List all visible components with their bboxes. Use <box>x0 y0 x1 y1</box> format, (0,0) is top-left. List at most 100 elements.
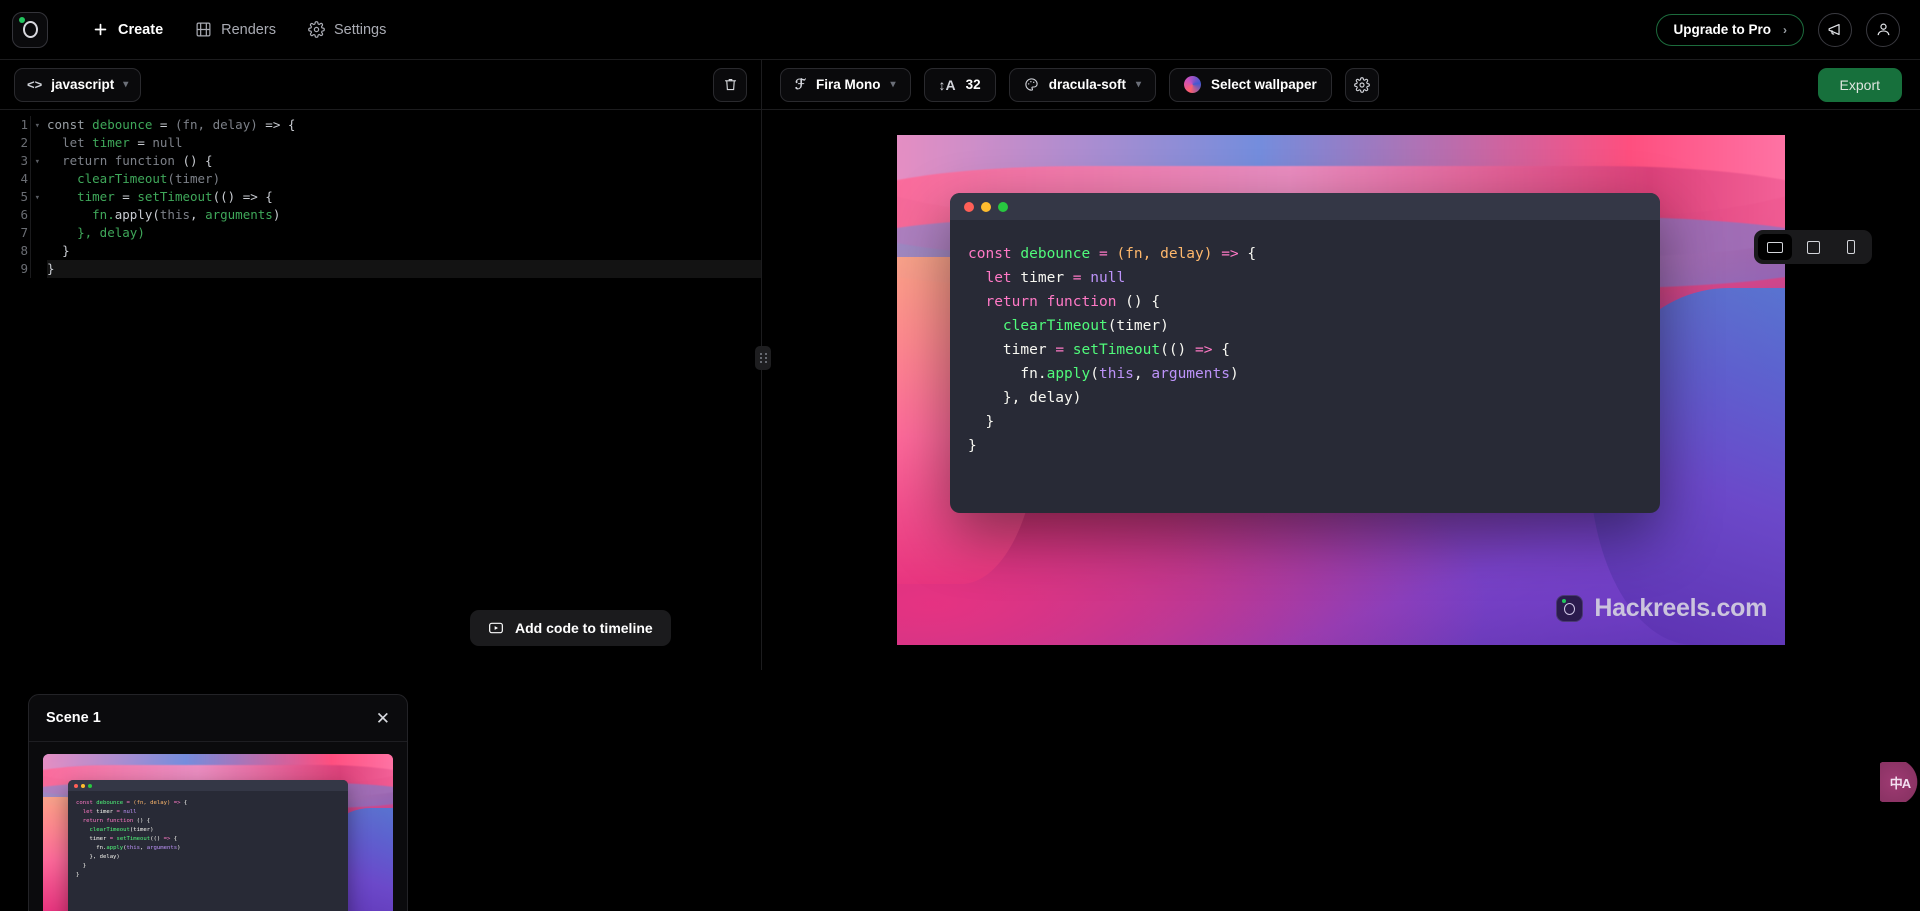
ratio-button-landscape[interactable] <box>1758 234 1792 260</box>
main-workspace: 1 ▾ 2 3 ▾ 4 5 ▾ 6 7 8 9 const debounce = (f… <box>0 110 1920 802</box>
token: this <box>159 207 191 222</box>
fold-chevron-icon[interactable]: ▾ <box>35 153 40 171</box>
line-number: 3 ▾ <box>0 152 40 170</box>
line-number-text: 3 <box>20 153 28 168</box>
token: let <box>985 270 1012 286</box>
ratio-button-portrait[interactable] <box>1834 234 1868 260</box>
line-number: 1 ▾ <box>0 116 40 134</box>
film-icon <box>196 22 211 37</box>
rendered-code-line: let timer = null <box>968 266 1660 290</box>
rendered-code-line: const debounce = (fn, delay) => { <box>968 242 1660 266</box>
code-line: const debounce = (fn, delay) => { <box>47 116 761 134</box>
token: timer <box>1011 270 1073 286</box>
token: => <box>1195 342 1222 358</box>
token: = <box>1055 342 1073 358</box>
megaphone-icon <box>1828 23 1840 36</box>
token: return <box>62 153 108 168</box>
token: function <box>107 153 175 168</box>
preview-settings-button[interactable] <box>1344 67 1379 102</box>
code-line-active: } <box>47 260 761 278</box>
token: , <box>1133 366 1152 382</box>
token: (timer) <box>167 171 221 186</box>
logo-ring-icon <box>22 21 38 38</box>
ratio-button-square[interactable] <box>1796 234 1830 260</box>
token: { <box>287 117 296 132</box>
thumbnail-code-window: const debounce = (fn, delay) => { let ti… <box>68 780 348 911</box>
account-button[interactable] <box>1866 12 1900 47</box>
watermark-logo-icon <box>1556 595 1584 622</box>
code-editor-panel[interactable]: 1 ▾ 2 3 ▾ 4 5 ▾ 6 7 8 9 const debounce = (f… <box>0 110 762 670</box>
add-timeline-label: Add code to timeline <box>515 620 653 636</box>
wallpaper-label: Select wallpaper <box>1211 77 1317 92</box>
line-number: 5 ▾ <box>0 188 40 206</box>
nav-item-create[interactable]: Create <box>78 13 177 46</box>
token: = <box>159 117 175 132</box>
font-size-input[interactable]: ↕A 32 <box>923 67 996 102</box>
select-wallpaper-button[interactable]: Select wallpaper <box>1169 67 1332 102</box>
token: null <box>152 135 183 150</box>
rendered-code-line: timer = setTimeout(() => { <box>968 338 1660 362</box>
translate-widget-button[interactable]: 中A <box>1880 762 1920 802</box>
code-line: fn.apply(this, arguments) <box>47 206 761 224</box>
nav-item-settings[interactable]: Settings <box>294 13 400 46</box>
token: this <box>1098 366 1134 382</box>
token: let <box>62 135 85 150</box>
scene-thumbnail[interactable]: const debounce = (fn, delay) => { let ti… <box>43 754 393 911</box>
add-code-to-timeline-button[interactable]: Add code to timeline <box>470 610 671 646</box>
token: setTimeout <box>137 189 213 204</box>
language-select[interactable]: <> javascript ▾ <box>14 67 142 102</box>
export-button[interactable]: Export <box>1817 67 1902 102</box>
window-close-dot-icon <box>964 201 974 212</box>
token: => <box>242 189 266 204</box>
token: timer <box>77 189 123 204</box>
token: clearTimeout <box>1002 318 1108 334</box>
code-line: clearTimeout(timer) <box>47 170 761 188</box>
watermark-text: Hackreels.com <box>1594 594 1767 622</box>
line-number-text: 6 <box>20 207 28 222</box>
scene-card[interactable]: Scene 1 ✕ const debounce = (fn, delay) =… <box>28 694 408 911</box>
theme-select[interactable]: dracula-soft ▾ <box>1008 67 1156 102</box>
app-logo[interactable] <box>12 11 48 48</box>
language-value: javascript <box>51 77 115 92</box>
preview-canvas[interactable]: const debounce = (fn, delay) => { let ti… <box>897 135 1785 645</box>
fold-chevron-icon[interactable]: ▾ <box>35 189 40 207</box>
main-nav: Create Renders Settings <box>78 13 400 46</box>
code-line: return function () { <box>47 152 761 170</box>
font-family-select[interactable]: ℱ Fira Mono ▾ <box>780 67 911 102</box>
token: timer <box>1002 342 1056 358</box>
token: (() <box>212 189 243 204</box>
line-height-icon: ↕A <box>938 76 956 93</box>
nav-actions: Upgrade to Pro › <box>1656 12 1900 47</box>
token: ( <box>152 207 160 222</box>
top-navigation-bar: Create Renders Settings Upgrade to Pro › <box>0 0 1920 60</box>
code-content[interactable]: const debounce = (fn, delay) => { let ti… <box>30 116 761 278</box>
delete-code-button[interactable] <box>713 67 747 102</box>
nav-label-create: Create <box>118 21 164 38</box>
token: = <box>1072 270 1091 286</box>
fold-chevron-icon[interactable]: ▾ <box>35 117 40 135</box>
nav-label-renders: Renders <box>221 21 276 38</box>
announcements-button[interactable] <box>1818 12 1852 47</box>
line-number-text: 7 <box>20 225 28 240</box>
rendered-code-line: return function () { <box>968 290 1660 314</box>
upgrade-to-pro-button[interactable]: Upgrade to Pro › <box>1656 13 1804 46</box>
square-icon <box>1806 240 1820 254</box>
code-line: } <box>47 242 761 260</box>
chevron-updown-icon: ▾ <box>1135 78 1141 90</box>
token: (() <box>1160 342 1196 358</box>
panel-splitter-handle[interactable] <box>755 346 771 370</box>
token: (timer) <box>1107 318 1169 334</box>
scene-title: Scene 1 <box>46 710 101 726</box>
nav-item-renders[interactable]: Renders <box>181 13 290 46</box>
play-box-icon <box>489 622 503 634</box>
close-icon[interactable]: ✕ <box>376 710 390 727</box>
code-editor[interactable]: 1 ▾ 2 3 ▾ 4 5 ▾ 6 7 8 9 const debounce = (f… <box>0 110 761 278</box>
gear-icon <box>1353 76 1370 93</box>
status-dot <box>19 16 25 23</box>
token: => <box>1212 246 1248 262</box>
line-number-text: 8 <box>20 243 28 258</box>
token: debounce <box>84 117 160 132</box>
watermark: Hackreels.com <box>1556 594 1767 623</box>
token: () { <box>174 153 213 168</box>
font-size-value: 32 <box>965 77 981 92</box>
